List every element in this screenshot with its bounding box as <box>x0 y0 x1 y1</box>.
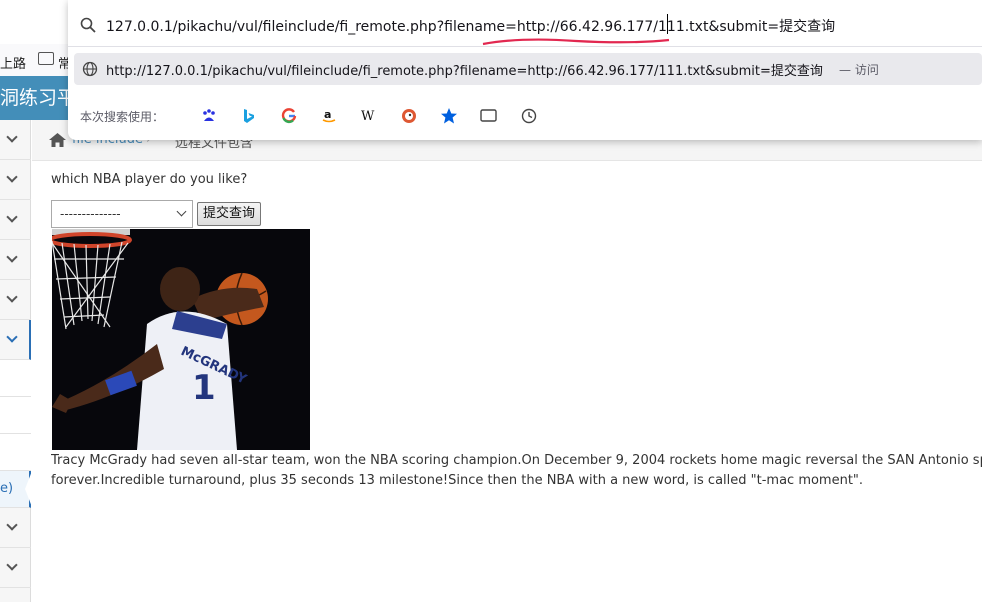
history-icon[interactable] <box>517 105 541 127</box>
bio-line: forever.Incredible turnaround, plus 35 s… <box>51 473 864 488</box>
url-input[interactable]: 127.0.0.1/pikachu/vul/fileinclude/fi_rem… <box>106 16 835 36</box>
sidebar: e) <box>0 120 32 602</box>
folder-icon <box>38 52 54 65</box>
tabs-icon[interactable] <box>477 105 501 127</box>
home-icon <box>49 133 66 147</box>
sidebar-subitem-label: e) <box>0 481 14 496</box>
submit-button[interactable]: 提交查询 <box>197 202 261 226</box>
search-icon <box>80 17 96 33</box>
sidebar-menu-item[interactable] <box>0 160 31 200</box>
sidebar-subitem[interactable] <box>0 397 31 434</box>
wikipedia-icon[interactable]: W <box>357 105 381 127</box>
player-photo: McGRADY 1 <box>52 229 310 450</box>
globe-icon <box>82 61 98 77</box>
sidebar-subitem-remote-include[interactable]: e) <box>0 471 32 508</box>
sidebar-menu-item[interactable] <box>0 240 31 280</box>
chevron-down-icon <box>6 331 18 343</box>
text-caret <box>667 14 668 34</box>
bookmark-item[interactable]: 上路 <box>0 53 26 72</box>
select-value: -------------- <box>60 207 121 221</box>
sidebar-menu-item[interactable] <box>0 280 31 320</box>
suggestion-url: http://127.0.0.1/pikachu/vul/fileinclude… <box>106 64 823 79</box>
sidebar-menu-item[interactable] <box>0 200 31 240</box>
player-bio: Tracy McGrady had seven all-star team, w… <box>51 451 982 491</box>
sidebar-subitem[interactable] <box>0 360 31 397</box>
urlbar-dropdown: 127.0.0.1/pikachu/vul/fileinclude/fi_rem… <box>68 0 982 140</box>
svg-text:W: W <box>361 109 375 124</box>
chevron-down-icon <box>6 291 18 303</box>
active-pointer <box>25 471 32 507</box>
google-icon[interactable] <box>277 105 301 127</box>
chevron-down-icon <box>6 131 18 143</box>
search-engines-label: 本次搜索使用： <box>80 110 165 124</box>
divider <box>68 46 982 47</box>
sidebar-menu-item-file-include[interactable] <box>0 320 31 360</box>
suggestion-action: — 访问 <box>839 63 879 77</box>
duckduckgo-icon[interactable] <box>397 105 421 127</box>
bio-line: Tracy McGrady had seven all-star team, w… <box>51 453 982 468</box>
chevron-down-icon <box>6 519 18 531</box>
jersey-number: 1 <box>192 368 216 408</box>
chevron-down-icon <box>176 206 187 217</box>
baidu-icon[interactable] <box>197 105 221 127</box>
bookmarks-star-icon[interactable] <box>437 105 461 127</box>
chevron-down-icon <box>6 211 18 223</box>
bing-icon[interactable] <box>237 105 261 127</box>
chevron-down-icon <box>6 559 18 571</box>
chevron-down-icon <box>6 251 18 263</box>
chevron-down-icon <box>6 171 18 183</box>
sidebar-menu-item[interactable] <box>0 548 31 588</box>
svg-text:a: a <box>324 108 331 121</box>
amazon-icon[interactable]: a <box>317 105 341 127</box>
url-suggestion-row[interactable]: http://127.0.0.1/pikachu/vul/fileinclude… <box>74 53 982 85</box>
sidebar-menu-item[interactable] <box>0 508 31 548</box>
site-title-banner: 洞练习平 <box>0 76 72 120</box>
site-title[interactable]: 洞练习平 <box>0 87 72 109</box>
question-label: which NBA player do you like? <box>51 172 248 187</box>
player-select[interactable]: -------------- <box>51 200 193 228</box>
sidebar-subitem[interactable] <box>0 434 31 471</box>
sidebar-menu-item[interactable] <box>0 120 31 160</box>
